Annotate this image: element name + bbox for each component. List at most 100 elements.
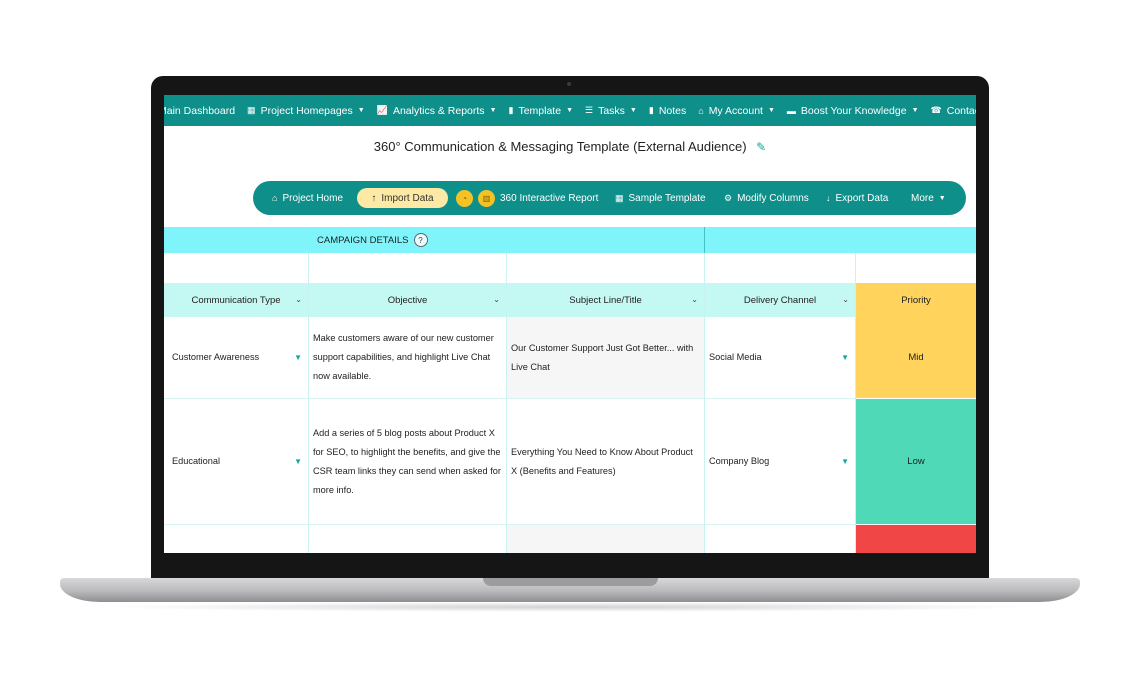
chevron-down-icon[interactable]: ⌄ [493,295,500,304]
caret-down-icon: ▼ [357,107,365,114]
dropdown-arrow-icon[interactable]: ▼ [294,452,302,471]
chevron-down-icon[interactable]: ⌄ [842,295,849,304]
file-icon: ▮ [508,105,514,115]
section-divider [704,227,705,253]
more-menu-button[interactable]: More ▼ [911,181,946,215]
dropdown-arrow-icon[interactable]: ▼ [294,348,302,367]
nav-label: Boost Your Knowledge [800,104,907,117]
cell-priority[interactable]: Mid [856,317,976,398]
dropdown-arrow-icon[interactable]: ▼ [841,452,849,471]
header-label: Subject Line/Title [569,294,642,306]
modify-columns-label: Modify Columns [737,192,809,204]
cell-text: Customer Awareness [172,352,260,362]
nav-label: Project Homepages [260,104,353,117]
interactive-report-button[interactable]: 360 Interactive Report [500,181,598,215]
cell-delivery-channel[interactable]: Company Blog ▼ [705,399,855,524]
nav-label: Template [518,104,562,117]
nav-main-dashboard[interactable]: Main Dashboard [164,105,235,117]
grid-icon: ▦ [615,192,624,203]
nav-label: Main Dashboard [164,104,236,117]
phone-icon: ☎ [930,105,942,115]
nav-analytics-reports[interactable]: 📈 Analytics & Reports ▼ [377,105,497,117]
header-label: Objective [387,294,428,306]
header-label: Priority [901,294,931,306]
gear-icon: ⚙ [724,192,733,203]
section-title: CAMPAIGN DETAILS ? [317,233,428,247]
cell-communication-type[interactable]: Customer Awareness ▼ [172,317,308,398]
import-data-label: Import Data [381,192,434,204]
priority-value: Mid [908,352,924,363]
chart-line-icon: 📈 [376,105,388,115]
top-navigation-items: Main Dashboard ▦ Project Homepages ▼ 📈 A… [164,95,976,126]
cell-text: Make customers aware of our new customer… [313,333,494,381]
chevron-down-icon[interactable]: ⌄ [295,295,302,304]
nav-label: Contact [946,104,976,117]
cell-subject-line[interactable] [507,525,704,553]
chevron-down-icon[interactable]: ⌄ [691,295,698,304]
project-toolbar: ⌂ Project Home ↑ Import Data ◔ ▥ 360 Int… [253,181,966,215]
cell-text: Educational [172,456,221,466]
nav-notes[interactable]: ▮ Notes [649,105,686,117]
campaign-details-section-bar: CAMPAIGN DETAILS ? [164,227,976,253]
list-icon: ☰ [585,105,594,115]
header-objective[interactable]: Objective ⌄ [309,283,506,317]
help-icon[interactable]: ? [413,233,428,247]
nav-tasks[interactable]: ☰ Tasks ▼ [585,105,637,117]
home-icon: ⌂ [272,193,278,203]
download-icon: ↓ [826,193,831,203]
interactive-report-label: 360 Interactive Report [500,192,599,204]
header-priority[interactable]: Priority [856,283,976,317]
cell-text: Social Media [709,352,762,362]
nav-boost-knowledge[interactable]: ▬ Boost Your Knowledge ▼ [787,105,919,117]
sample-template-button[interactable]: ▦ Sample Template [615,181,706,215]
caret-down-icon: ▼ [566,107,573,114]
project-home-label: Project Home [282,192,344,204]
cell-subject-line[interactable]: Everything You Need to Know About Produc… [507,399,704,524]
laptop-shadow [95,602,1045,612]
webcam [567,82,571,86]
cell-communication-type[interactable]: Educational ▼ [172,399,308,524]
caret-down-icon: ▼ [767,107,775,114]
cell-priority[interactable]: Low [856,399,976,524]
pie-chart-icon[interactable]: ◔ [456,190,473,207]
nav-label: Notes [658,104,687,117]
header-delivery-channel[interactable]: Delivery Channel ⌄ [705,283,855,317]
import-data-button[interactable]: ↑ Import Data [357,188,448,208]
folder-icon: ▬ [786,105,796,116]
priority-value: Low [907,456,925,467]
pencil-icon[interactable]: ✎ [756,140,766,154]
cell-objective[interactable]: Make customers aware of our new customer… [309,317,506,398]
nav-my-account[interactable]: ⌂ My Account ▼ [698,105,775,117]
cell-text: Add a series of 5 blog posts about Produ… [313,427,501,495]
cell-priority[interactable] [856,525,976,553]
more-label: More [911,192,934,204]
header-communication-type[interactable]: Communication Type ⌄ [164,283,308,317]
grid-icon: ▦ [247,105,256,115]
bar-chart-icon[interactable]: ▥ [478,190,495,207]
cell-objective[interactable]: Add a series of 5 blog posts about Produ… [309,399,506,524]
note-icon: ▮ [648,105,654,115]
sample-template-label: Sample Template [628,192,706,204]
project-home-button[interactable]: ⌂ Project Home [272,181,343,215]
cell-delivery-channel[interactable]: Social Media ▼ [705,317,855,398]
top-navigation-bar: Main Dashboard ▦ Project Homepages ▼ 📈 A… [164,95,976,126]
header-subject-line[interactable]: Subject Line/Title ⌄ [507,283,704,317]
nav-project-homepages[interactable]: ▦ Project Homepages ▼ [247,105,365,117]
nav-label: Tasks [598,104,625,117]
export-data-label: Export Data [835,192,889,204]
home-icon: ⌂ [698,105,704,116]
dropdown-arrow-icon[interactable]: ▼ [841,348,849,367]
caret-down-icon: ▼ [938,194,946,202]
nav-contact[interactable]: ☎ Contact [931,105,976,117]
upload-arrow-icon: ↑ [371,192,377,204]
header-label: Delivery Channel [743,294,817,306]
modify-columns-button[interactable]: ⚙ Modify Columns [724,181,809,215]
laptop-base-notch [483,578,658,586]
nav-label: Analytics & Reports [392,104,485,117]
app-screen: Main Dashboard ▦ Project Homepages ▼ 📈 A… [164,95,976,553]
export-data-button[interactable]: ↓ Export Data [826,181,888,215]
section-title-text: CAMPAIGN DETAILS [317,234,409,246]
nav-template[interactable]: ▮ Template ▼ [509,105,574,117]
cell-objective[interactable] [309,525,506,553]
cell-subject-line[interactable]: Our Customer Support Just Got Better... … [507,317,704,398]
